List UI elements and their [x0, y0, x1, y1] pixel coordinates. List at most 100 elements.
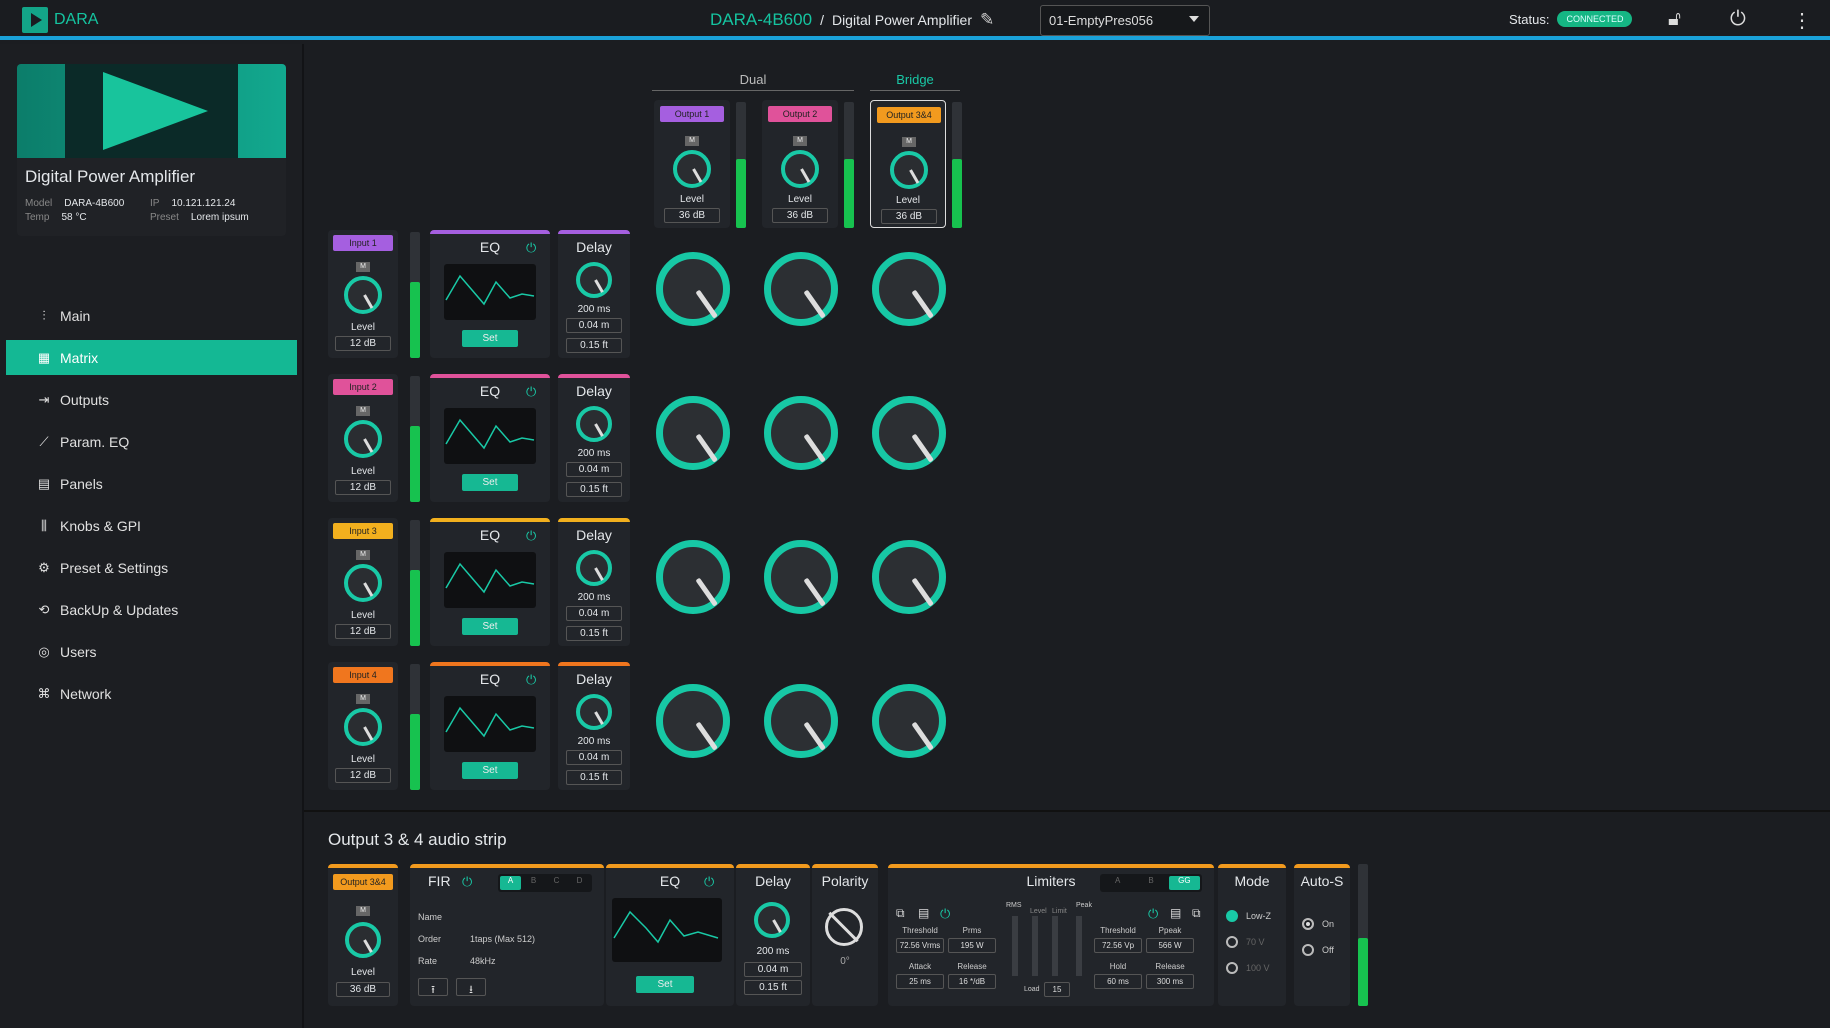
eq-set-button[interactable]: Set	[462, 474, 518, 491]
level-knob[interactable]	[345, 922, 381, 958]
limiter-slot-b[interactable]: B	[1135, 876, 1166, 890]
limiter-param-value[interactable]: 25 ms	[896, 974, 944, 989]
delay-m[interactable]: 0.04 m	[566, 606, 622, 621]
mute-button[interactable]: M	[902, 137, 916, 147]
limiter-param-value[interactable]: 566 W	[1146, 938, 1194, 953]
delay-ft[interactable]: 0.15 ft	[566, 626, 622, 641]
sidebar-item-network[interactable]: ⌘ Network	[6, 676, 297, 711]
limiter-param-value[interactable]: 16 */dB	[948, 974, 996, 989]
power-icon[interactable]: ⏻	[704, 874, 714, 890]
power-icon[interactable]: ⏻	[526, 672, 536, 688]
output-tag[interactable]: Output 1	[660, 106, 724, 122]
mode-radio[interactable]	[1226, 936, 1238, 948]
sidebar-item-users[interactable]: ◎ Users	[6, 634, 297, 669]
paste-icon[interactable]: ▤	[918, 906, 929, 920]
eq-set-button[interactable]: Set	[462, 330, 518, 347]
delay-ft[interactable]: 0.15 ft	[566, 770, 622, 785]
level-value[interactable]: 36 dB	[881, 209, 937, 224]
load-value[interactable]: 15	[1044, 982, 1070, 997]
delay-m[interactable]: 0.04 m	[744, 962, 802, 977]
power-icon[interactable]: ⏻	[1730, 8, 1746, 31]
level-value[interactable]: 36 dB	[336, 982, 390, 997]
level-value[interactable]: 12 dB	[335, 336, 391, 351]
crosspoint-knob[interactable]	[872, 252, 946, 326]
copy-icon[interactable]: ⧉	[1192, 906, 1201, 921]
crosspoint-knob[interactable]	[764, 684, 838, 758]
level-knob[interactable]	[344, 420, 382, 458]
eq-curve-display[interactable]	[444, 696, 536, 752]
limiter-param-value[interactable]: 195 W	[948, 938, 996, 953]
download-icon[interactable]: ⭳	[456, 978, 486, 996]
lock-icon[interactable]: 🔓︎	[1668, 8, 1681, 31]
limiter-param-value[interactable]: 72.56 Vrms	[896, 938, 944, 953]
crosspoint-knob[interactable]	[656, 396, 730, 470]
eq-set-button[interactable]: Set	[462, 618, 518, 635]
output-tag[interactable]: Output 2	[768, 106, 832, 122]
autos-radio[interactable]	[1302, 918, 1314, 930]
delay-ft[interactable]: 0.15 ft	[566, 338, 622, 353]
input-tag[interactable]: Input 3	[333, 523, 393, 539]
level-value[interactable]: 12 dB	[335, 480, 391, 495]
crosspoint-knob[interactable]	[656, 540, 730, 614]
delay-knob[interactable]	[576, 694, 612, 730]
upload-icon[interactable]: ⭱	[418, 978, 448, 996]
pencil-icon[interactable]: ✎	[980, 10, 994, 30]
fir-slot-b[interactable]: B	[523, 876, 544, 890]
level-value[interactable]: 12 dB	[335, 624, 391, 639]
mode-radio[interactable]	[1226, 910, 1238, 922]
eq-curve-display[interactable]	[612, 898, 722, 962]
limiter-param-value[interactable]: 300 ms	[1146, 974, 1194, 989]
delay-knob[interactable]	[576, 406, 612, 442]
delay-m[interactable]: 0.04 m	[566, 750, 622, 765]
autos-radio[interactable]	[1302, 944, 1314, 956]
mode-radio[interactable]	[1226, 962, 1238, 974]
input-tag[interactable]: Input 2	[333, 379, 393, 395]
delay-ft[interactable]: 0.15 ft	[566, 482, 622, 497]
crosspoint-knob[interactable]	[656, 684, 730, 758]
crosspoint-knob[interactable]	[872, 540, 946, 614]
delay-knob[interactable]	[576, 550, 612, 586]
mute-button[interactable]: M	[356, 550, 370, 560]
delay-knob[interactable]	[576, 262, 612, 298]
crosspoint-knob[interactable]	[872, 684, 946, 758]
input-tag[interactable]: Input 1	[333, 235, 393, 251]
eq-set-button[interactable]: Set	[636, 976, 694, 993]
brand-logo[interactable]: DARA	[22, 6, 98, 34]
delay-knob[interactable]	[754, 902, 790, 938]
sidebar-item-outputs[interactable]: ⇥ Outputs	[6, 382, 297, 417]
crosspoint-knob[interactable]	[656, 252, 730, 326]
limiter-slot-a[interactable]: A	[1102, 876, 1133, 890]
crosspoint-knob[interactable]	[872, 396, 946, 470]
copy-icon[interactable]: ⧉	[896, 906, 905, 921]
mute-button[interactable]: M	[356, 406, 370, 416]
sidebar-item-main[interactable]: ⫶ Main	[6, 298, 297, 333]
crosspoint-knob[interactable]	[764, 252, 838, 326]
sidebar-item-preset-settings[interactable]: ⚙ Preset & Settings	[6, 550, 297, 585]
level-value[interactable]: 36 dB	[664, 208, 720, 223]
level-knob[interactable]	[344, 564, 382, 602]
power-icon[interactable]: ⏻	[940, 906, 950, 922]
eq-curve-display[interactable]	[444, 552, 536, 608]
fir-slot-d[interactable]: D	[569, 876, 590, 890]
paste-icon[interactable]: ▤	[1170, 906, 1181, 920]
preset-select[interactable]: 01-EmptyPres056	[1040, 5, 1210, 36]
level-knob[interactable]	[781, 150, 819, 188]
output-tag[interactable]: Output 3&4	[877, 107, 941, 123]
sidebar-item-param-eq[interactable]: ⟋ Param. EQ	[6, 424, 297, 459]
sidebar-item-matrix[interactable]: ▦ Matrix	[6, 340, 297, 375]
sidebar-item-panels[interactable]: ▤ Panels	[6, 466, 297, 501]
crosspoint-knob[interactable]	[764, 396, 838, 470]
device-id[interactable]: DARA-4B600	[710, 10, 812, 30]
more-vertical-icon[interactable]: ⋮	[1792, 8, 1812, 33]
mute-button[interactable]: M	[356, 262, 370, 272]
mute-button[interactable]: M	[685, 136, 699, 146]
fir-slot-a[interactable]: A	[500, 876, 521, 890]
limiter-param-value[interactable]: 60 ms	[1094, 974, 1142, 989]
power-icon[interactable]: ⏻	[526, 528, 536, 544]
input-tag[interactable]: Input 4	[333, 667, 393, 683]
level-knob[interactable]	[673, 150, 711, 188]
sidebar-item-backup-updates[interactable]: ⟲ BackUp & Updates	[6, 592, 297, 627]
delay-m[interactable]: 0.04 m	[566, 462, 622, 477]
level-value[interactable]: 36 dB	[772, 208, 828, 223]
limiter-param-value[interactable]: 72.56 Vp	[1094, 938, 1142, 953]
